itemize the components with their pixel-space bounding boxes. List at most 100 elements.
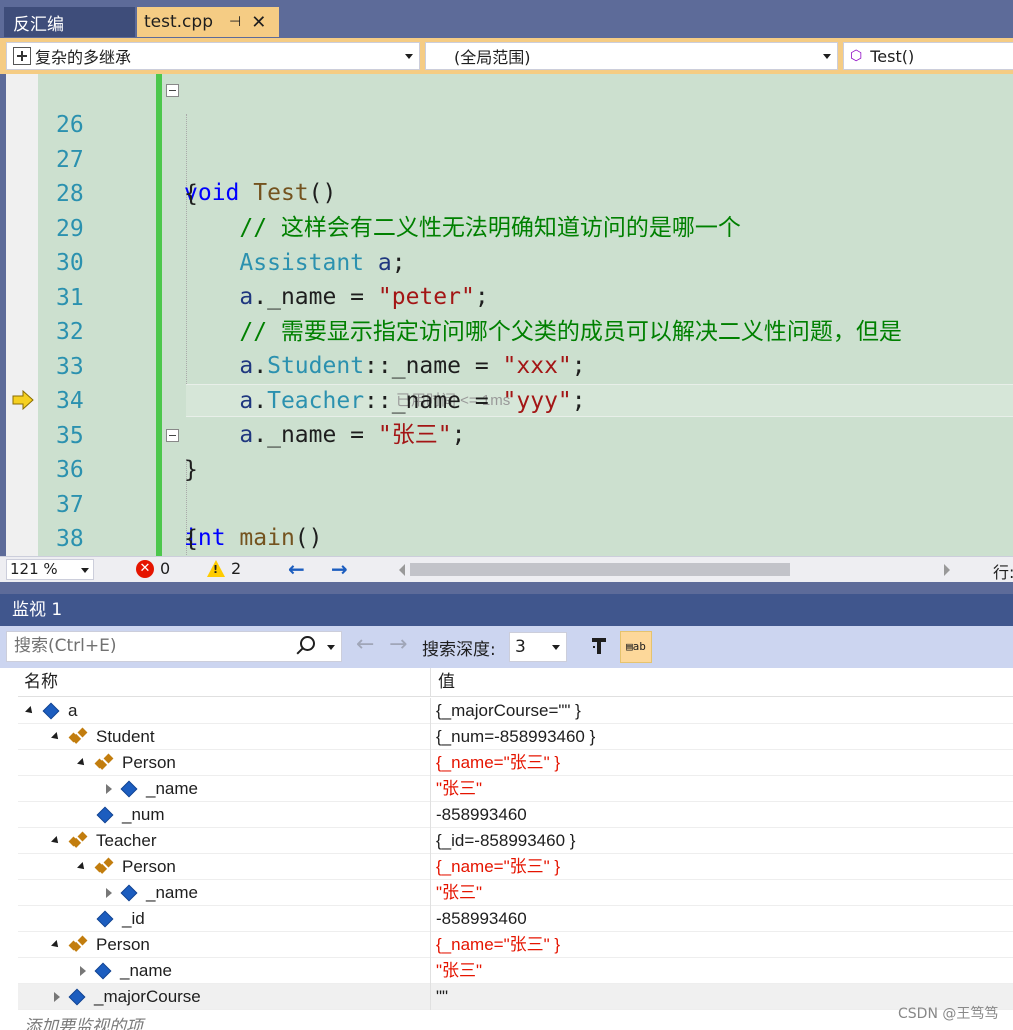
watch-item-label: _id xyxy=(122,909,145,928)
watch-item-label: _name xyxy=(146,883,198,902)
column-divider xyxy=(430,958,431,984)
pin-filter-icon[interactable] xyxy=(590,636,610,656)
expand-arrow-icon[interactable] xyxy=(51,731,61,742)
column-divider xyxy=(430,984,431,1010)
watch-row[interactable]: _name "张三" xyxy=(18,776,1013,802)
column-divider xyxy=(430,932,431,958)
watch-item-label: _name xyxy=(120,961,172,980)
search-previous-icon[interactable]: ← xyxy=(356,632,374,657)
project-dropdown[interactable]: 复杂的多继承 xyxy=(6,42,420,70)
watch-row[interactable]: _id -858993460 xyxy=(18,906,1013,932)
watch-row-value[interactable]: {_name="张三" } xyxy=(436,932,560,957)
column-divider xyxy=(430,724,431,750)
watch-item-label: Person xyxy=(122,753,176,772)
expand-arrow-icon[interactable] xyxy=(25,705,35,716)
add-watch-item-input[interactable]: 添加要监视的项 xyxy=(24,1012,143,1030)
zoom-dropdown[interactable]: 121 % xyxy=(6,559,94,580)
watch-panel-title[interactable]: 监视 1 xyxy=(0,594,1013,626)
expand-arrow-icon[interactable] xyxy=(51,939,61,950)
expand-arrow-icon[interactable] xyxy=(51,835,61,846)
scope-dropdown[interactable]: (全局范围) xyxy=(425,42,838,70)
watch-row[interactable]: Person {_name="张三" } xyxy=(18,750,1013,776)
code-editor[interactable]: 已用时间 <= 1ms 26 void Test() 27 { 28 // 这样… xyxy=(6,74,1013,556)
tab-test-cpp[interactable]: test.cpp ⊣ ✕ xyxy=(137,7,279,37)
expand-arrow-icon[interactable] xyxy=(106,887,112,898)
watch-row-value[interactable]: {_name="张三" } xyxy=(436,750,560,775)
pin-icon[interactable]: ⊣ xyxy=(229,14,241,30)
column-header-value[interactable]: 值 xyxy=(438,668,455,697)
watch-search-input[interactable]: 搜索(Ctrl+E) xyxy=(6,631,342,662)
scroll-right-icon[interactable] xyxy=(944,564,950,576)
search-icon[interactable] xyxy=(300,636,315,651)
watch-row-name: a xyxy=(25,698,77,723)
scroll-left-icon[interactable] xyxy=(399,564,405,576)
chevron-down-icon xyxy=(552,645,560,650)
expand-arrow-icon[interactable] xyxy=(80,965,86,976)
watch-row[interactable]: a {_majorCourse="" } xyxy=(18,698,1013,724)
search-depth-dropdown[interactable]: 3 xyxy=(509,632,567,662)
error-count[interactable]: 0 xyxy=(160,559,170,578)
watch-row-value[interactable]: {_name="张三" } xyxy=(436,854,560,879)
watch-row[interactable]: _name "张三" xyxy=(18,880,1013,906)
code-line: 39 return 0; xyxy=(6,523,1013,557)
code-line: 27 { xyxy=(6,109,1013,207)
hex-display-toggle[interactable]: ▤ab xyxy=(620,631,652,663)
navigate-back-icon[interactable]: ← xyxy=(288,557,305,581)
chevron-down-icon xyxy=(823,54,831,59)
watch-row[interactable]: Person {_name="张三" } xyxy=(18,932,1013,958)
watch-row[interactable]: _num -858993460 xyxy=(18,802,1013,828)
watch-row-value[interactable]: "张三" xyxy=(436,958,482,983)
chevron-down-icon xyxy=(81,568,89,573)
horizontal-scrollbar-thumb[interactable] xyxy=(410,563,790,576)
tab-disassembly-label: 反汇编 xyxy=(13,14,64,35)
expand-arrow-icon[interactable] xyxy=(106,783,112,794)
error-icon[interactable]: ✕ xyxy=(136,560,154,578)
watch-item-label: Person xyxy=(96,935,150,954)
collapse-icon[interactable] xyxy=(166,84,179,97)
field-icon xyxy=(96,910,114,927)
chevron-down-icon xyxy=(405,54,413,59)
base-class-icon xyxy=(96,859,114,875)
navigate-forward-icon[interactable]: → xyxy=(331,557,348,581)
watch-row-name: Student xyxy=(51,724,155,749)
watch-row[interactable]: Student {_num=-858993460 } xyxy=(18,724,1013,750)
watch-row-value[interactable]: {_id=-858993460 } xyxy=(436,828,575,853)
navigation-bar: 复杂的多继承 (全局范围) ⬡ Test() xyxy=(0,38,1013,74)
close-icon[interactable]: ✕ xyxy=(251,12,266,33)
hex-icon: ▤ab xyxy=(626,640,646,653)
expand-arrow-icon[interactable] xyxy=(54,991,60,1002)
base-class-icon xyxy=(70,729,88,745)
watch-row[interactable]: _name "张三" xyxy=(18,958,1013,984)
expand-arrow-icon[interactable] xyxy=(77,861,87,872)
search-next-icon[interactable]: → xyxy=(389,632,407,657)
column-divider[interactable] xyxy=(430,668,431,697)
field-icon xyxy=(94,962,112,979)
watch-row-value[interactable]: "张三" xyxy=(436,776,482,801)
watch-row-value[interactable]: -858993460 xyxy=(436,906,527,931)
expand-arrow-icon[interactable] xyxy=(77,757,87,768)
code-line: 37 { xyxy=(6,454,1013,552)
watch-row-name: _name xyxy=(106,880,198,905)
project-dropdown-value: 复杂的多继承 xyxy=(35,48,132,67)
warning-count[interactable]: 2 xyxy=(231,559,241,578)
project-icon xyxy=(13,47,31,65)
chevron-down-icon[interactable] xyxy=(327,645,335,650)
watch-row-value[interactable]: -858993460 xyxy=(436,802,527,827)
method-icon: ⬡ xyxy=(850,48,863,64)
column-header-name[interactable]: 名称 xyxy=(24,668,58,697)
watch-row[interactable]: _majorCourse "" xyxy=(18,984,1013,1010)
watch-row-name: _name xyxy=(80,958,172,983)
tab-disassembly[interactable]: 反汇编 xyxy=(4,7,135,37)
base-class-icon xyxy=(70,833,88,849)
watch-row-name: Teacher xyxy=(51,828,156,853)
collapse-icon[interactable] xyxy=(166,429,179,442)
member-dropdown[interactable]: ⬡ Test() xyxy=(843,42,1013,70)
watch-row[interactable]: Teacher {_id=-858993460 } xyxy=(18,828,1013,854)
warning-icon[interactable]: ! xyxy=(207,560,225,577)
watch-row-value[interactable]: "张三" xyxy=(436,880,482,905)
watch-row[interactable]: Person {_name="张三" } xyxy=(18,854,1013,880)
watch-row-value[interactable]: "" xyxy=(436,984,448,1009)
code-line: 36 int main() xyxy=(6,419,1013,551)
watch-row-value[interactable]: {_num=-858993460 } xyxy=(436,724,595,749)
watch-row-value[interactable]: {_majorCourse="" } xyxy=(436,698,581,723)
